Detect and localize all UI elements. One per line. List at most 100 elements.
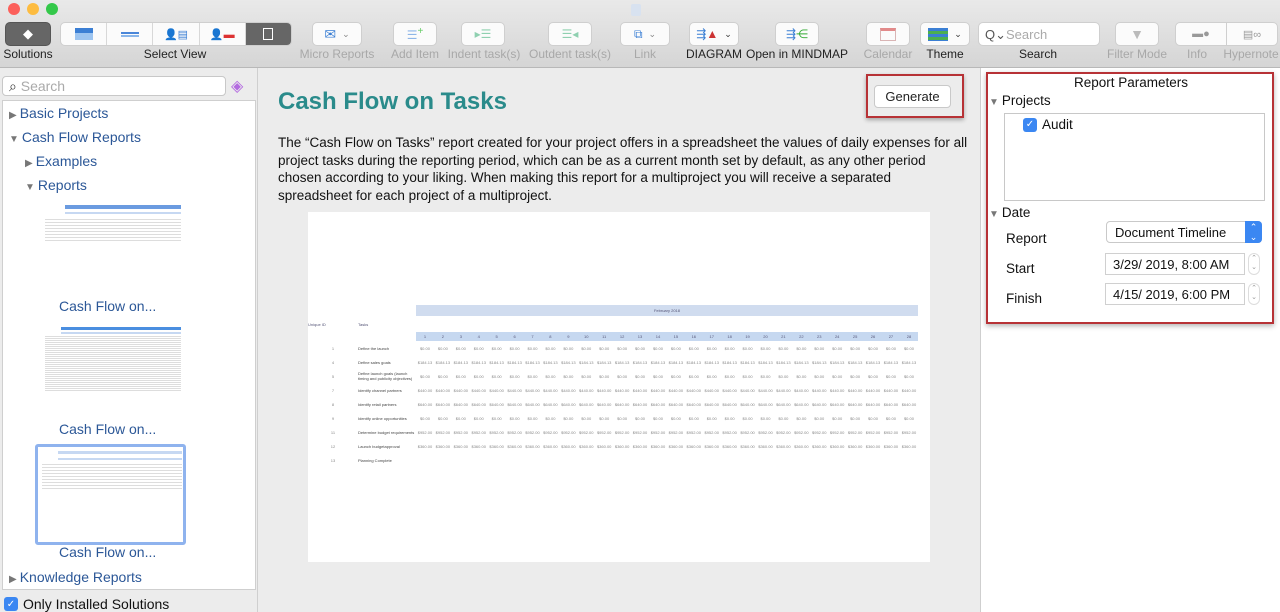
preview-value: $440.00 [596,387,612,393]
add-item-icon: ☰+ [406,26,424,42]
preview-value: $440.00 [525,387,540,393]
indent-button[interactable]: ▸☰ [461,22,505,46]
tree-item-knowledge-reports[interactable]: ▶ Knowledge Reports [9,569,142,585]
preview-value: $0.00 [706,345,717,351]
generate-button[interactable]: Generate [874,85,951,108]
preview-value: $184.13 [507,359,522,365]
finish-date-stepper[interactable]: ⌃ ⌄ [1248,283,1260,305]
preview-value: $0.00 [563,345,574,351]
start-date-stepper[interactable]: ⌃ ⌄ [1248,253,1260,275]
preview-row-task: Define the launch [358,345,390,351]
preview-value: $184.13 [435,359,451,365]
finish-date-field[interactable]: 4/15/ 2019, 6:00 PM [1105,283,1245,305]
sidebar-search-input[interactable]: ⌕ Search [2,76,226,96]
theme-button[interactable]: ⌄ [920,22,970,46]
disclosure-down-icon: ▼ [989,209,999,220]
tree-item-cash-flow-reports[interactable]: ▼ Cash Flow Reports [9,129,141,145]
preview-cell [595,316,613,332]
preview-value: $0.00 [455,373,466,379]
hypernote-button[interactable]: ▤∞ [1226,22,1278,46]
report-thumbnail-3-selected[interactable] [35,444,186,545]
preview-value: $360.00 [847,443,863,449]
preview-value: $184.13 [525,359,540,365]
preview-value: $640.00 [543,401,558,407]
preview-value: $360.00 [507,443,522,449]
preview-day: 25 [846,332,865,341]
disclosure-down-icon: ▼ [25,182,35,193]
solutions-icon: ◆ [23,26,33,41]
report-parameters-panel: Report Parameters ▼ Projects ✓ Audit ▼ Date… [980,68,1280,612]
solutions-button[interactable]: ◆ [5,22,51,46]
filter-mode-button[interactable]: ▼ [1115,22,1159,46]
diagram-button[interactable]: ⇶▲ ⌄ [689,22,739,46]
preview-value: $184.13 [686,359,702,365]
start-date-field[interactable]: 3/29/ 2019, 8:00 AM [1105,253,1245,275]
preview-value: $0.00 [778,415,789,421]
preview-value: $640.00 [632,401,648,407]
projects-section-toggle[interactable]: ▼ Projects [989,93,1051,108]
view-resource-usage-button[interactable]: 👤▬ [200,23,246,45]
outdent-button[interactable]: ☰◂ [548,22,592,46]
envelope-icon: ✉ [324,25,337,42]
view-report-button[interactable] [245,23,291,45]
preview-value: $0.00 [545,415,556,421]
preview-value: $440.00 [847,387,863,393]
tree-item-basic-projects[interactable]: ▶ Basic Projects [9,105,108,121]
date-section-toggle[interactable]: ▼ Date [989,205,1030,220]
micro-reports-button[interactable]: ✉ ⌄ [312,22,362,46]
report-thumbnail-3-caption[interactable]: Cash Flow on... [59,544,156,560]
preview-value: $640.00 [776,401,791,407]
view-resources-button[interactable]: 👤▤ [153,23,200,45]
preview-value: $952.00 [596,429,612,435]
preview-value: $640.00 [883,401,899,407]
add-item-button[interactable]: ☰+ [393,22,437,46]
report-thumbnail-1-caption[interactable]: Cash Flow on... [59,298,156,314]
report-thumbnail-2-caption[interactable]: Cash Flow on... [59,421,156,437]
preview-value: $952.00 [883,429,899,435]
preview-value: $0.00 [885,373,896,379]
preview-value: $184.13 [632,359,648,365]
solutions-logo-icon[interactable]: ◈ [231,76,243,96]
report-thumbnail-2[interactable] [41,323,181,403]
view-outline-button[interactable] [107,23,154,45]
minimize-window-button[interactable] [27,3,39,15]
preview-value: $0.00 [742,415,753,421]
preview-value: $0.00 [635,415,646,421]
preview-value: $0.00 [652,345,663,351]
preview-value: $0.00 [527,345,538,351]
preview-value: $440.00 [794,387,809,393]
preview-value: $952.00 [758,429,773,435]
only-installed-checkbox[interactable]: ✓ Only Installed Solutions [4,596,169,612]
toolbar-search-input[interactable]: Q⌄Search [978,22,1100,46]
close-window-button[interactable] [8,3,20,15]
project-item-audit[interactable]: ✓ Audit [1023,117,1073,132]
tree-item-reports[interactable]: ▼ Reports [25,177,87,193]
report-thumbnail-1[interactable] [41,201,181,281]
preview-month: February 2018 [416,305,918,316]
preview-row: 9 Identify online opportunities $0.00 $0.00… [308,411,918,425]
preview-value: $360.00 [453,443,469,449]
preview-value: $0.00 [903,345,914,351]
preview-value: $440.00 [883,387,899,393]
preview-value: $0.00 [706,373,717,379]
preview-value: $0.00 [473,415,484,421]
preview-cell [577,316,595,332]
zoom-window-button[interactable] [46,3,58,15]
open-mindmap-button[interactable]: ⇶⋲ [775,22,819,46]
report-period-select[interactable]: Document Timeline ⌃ ⌄ [1106,221,1262,243]
preview-value: $0.00 [599,373,610,379]
info-button[interactable]: ▬● [1175,22,1227,46]
preview-value: $184.13 [847,359,863,365]
view-gantt-button[interactable] [61,23,108,45]
preview-value: $640.00 [740,401,755,407]
preview-cell [559,316,577,332]
preview-day: 9 [559,332,578,341]
preview-cell [828,316,846,332]
link-button[interactable]: ⧉ ⌄ [620,22,670,46]
preview-row-task: Identify online opportunities [358,415,407,421]
calendar-button[interactable] [866,22,910,46]
preview-value: $184.13 [489,359,504,365]
preview-value: $360.00 [758,443,773,449]
outdent-icon: ☰◂ [561,27,579,41]
tree-item-examples[interactable]: ▶ Examples [25,153,97,169]
